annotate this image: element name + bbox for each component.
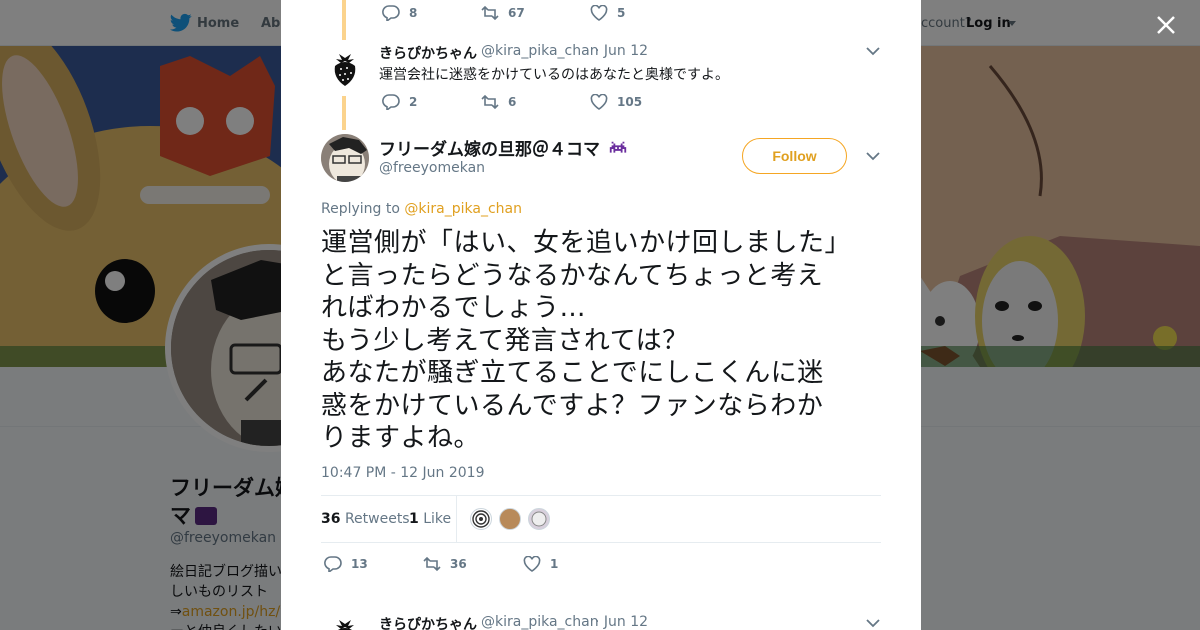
avatar-illustration — [321, 134, 369, 182]
reply-text: 運営会社に迷惑をかけているのはあなたと奥様ですよ。 — [379, 67, 729, 83]
main-author-name[interactable]: フリーダム嫁の旦那＠４コマ — [379, 135, 628, 160]
chevron-down-icon[interactable] — [866, 152, 880, 161]
tweet-timestamp[interactable]: 10:47 PM - 12 Jun 2019 — [321, 465, 485, 481]
close-icon[interactable] — [1153, 12, 1179, 38]
strawberry-avatar[interactable] — [331, 618, 359, 630]
reply-author-handle[interactable]: @kira_pika_chan — [481, 43, 599, 59]
main-author-handle[interactable]: @freeyomekan — [379, 160, 485, 176]
reply-author-handle[interactable]: @kira_pika_chan — [481, 614, 599, 630]
reply-button[interactable]: 2 — [382, 94, 461, 110]
reply-icon — [382, 5, 400, 21]
replying-to: Replying to @kira_pika_chan — [321, 201, 522, 217]
reply-button[interactable]: 13 — [324, 556, 403, 572]
heart-icon — [523, 556, 541, 572]
reply-date[interactable]: · Jun 12 — [595, 614, 648, 630]
likes-stat[interactable]: 1 Like — [409, 511, 451, 527]
retweet-button[interactable]: 67 — [481, 5, 570, 21]
reply-date[interactable]: · Jun 12 — [595, 43, 648, 59]
heart-icon — [590, 94, 608, 110]
retweet-icon — [481, 94, 499, 110]
reply-author-name[interactable]: きらぴかちゃん — [379, 43, 477, 63]
heart-icon — [590, 5, 608, 21]
tweet-stats: 36 Retweets 1 Like — [321, 495, 881, 543]
reply-icon — [382, 94, 400, 110]
retweeter-avatar[interactable] — [528, 508, 550, 530]
replying-to-handle[interactable]: @kira_pika_chan — [404, 201, 522, 217]
divider — [456, 496, 457, 542]
retweeter-avatar[interactable] — [470, 508, 492, 530]
retweeter-avatar[interactable] — [499, 508, 521, 530]
tweet-actions: 8 67 5 — [382, 5, 657, 21]
tweet-modal: 8 67 5 きらぴかちゃん @kira_pika_chan · Jun 12 … — [281, 0, 921, 630]
chevron-down-icon[interactable] — [866, 47, 880, 56]
like-button[interactable]: 5 — [590, 5, 637, 21]
reply-icon — [324, 556, 342, 572]
tweet-actions: 2 6 105 — [382, 94, 662, 110]
thread-connector — [342, 0, 346, 40]
main-tweet-text: 運営側が「はい、女を追いかけ回しました」 と言ったらどうなるかなんてちょっと考え… — [321, 228, 852, 453]
retweet-icon — [481, 5, 499, 21]
strawberry-avatar[interactable] — [331, 52, 359, 88]
space-invader-icon — [608, 141, 628, 157]
reply-author-name[interactable]: きらぴかちゃん — [379, 614, 477, 630]
like-button[interactable]: 105 — [590, 94, 642, 110]
tweet-actions: 13 36 1 — [324, 556, 590, 572]
main-tweet-avatar[interactable] — [321, 134, 369, 182]
retweet-button[interactable]: 36 — [423, 556, 503, 572]
thread-connector — [342, 96, 346, 130]
reply-button[interactable]: 8 — [382, 5, 461, 21]
follow-button[interactable]: Follow — [742, 138, 847, 174]
like-button[interactable]: 1 — [523, 556, 570, 572]
retweets-stat[interactable]: 36 Retweets — [321, 511, 410, 527]
chevron-down-icon[interactable] — [866, 619, 880, 628]
retweet-icon — [423, 556, 441, 572]
retweet-button[interactable]: 6 — [481, 94, 570, 110]
